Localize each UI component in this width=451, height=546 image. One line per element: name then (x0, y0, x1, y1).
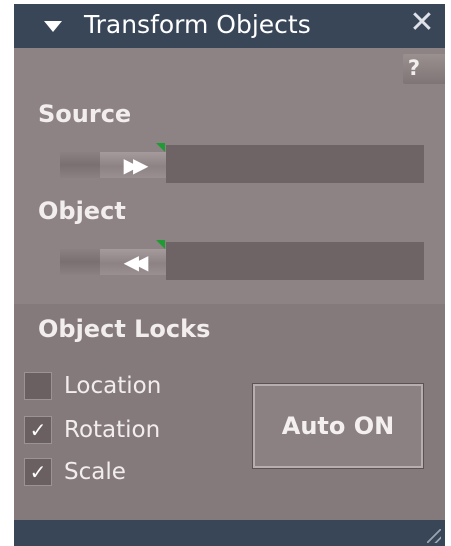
source-slider-track-right (166, 145, 424, 183)
lock-location-checkbox[interactable] (24, 372, 52, 400)
source-slider-thumb[interactable]: ▶▶ (100, 152, 166, 178)
auto-on-button[interactable]: Auto ON (252, 383, 424, 469)
auto-on-button-label: Auto ON (281, 412, 395, 440)
object-locks-heading: Object Locks (38, 315, 211, 343)
lock-rotation-checkbox[interactable]: ✓ (24, 416, 52, 444)
lock-scale-checkbox[interactable]: ✓ (24, 458, 52, 486)
window-title: Transform Objects (84, 10, 311, 39)
collapse-triangle-icon[interactable] (44, 21, 62, 32)
lock-location-row[interactable]: Location (24, 371, 224, 401)
lock-scale-label: Scale (64, 459, 126, 485)
object-slider[interactable]: ◀◀ (60, 240, 424, 280)
source-marker-icon (156, 143, 165, 152)
object-slider-track-right (166, 242, 424, 280)
lock-rotation-row[interactable]: ✓ Rotation (24, 415, 224, 445)
source-slider[interactable]: ▶▶ (60, 143, 424, 183)
object-slider-thumb[interactable]: ◀◀ (100, 249, 166, 275)
footer-bar (14, 520, 445, 546)
help-icon: ? (407, 56, 421, 80)
lock-rotation-label: Rotation (64, 417, 161, 443)
transform-objects-panel: Transform Objects ✕ ? Source ▶▶ Object ◀… (14, 4, 445, 546)
close-icon[interactable]: ✕ (407, 8, 437, 38)
resize-grip-icon[interactable] (427, 529, 441, 543)
source-label: Source (38, 100, 132, 128)
object-label: Object (38, 197, 126, 225)
lock-scale-row[interactable]: ✓ Scale (24, 457, 224, 487)
fast-forward-icon: ▶▶ (123, 153, 149, 177)
lock-location-label: Location (64, 373, 162, 399)
object-marker-icon (156, 240, 165, 249)
title-bar[interactable]: Transform Objects ✕ (14, 4, 445, 48)
rewind-icon: ◀◀ (123, 250, 149, 274)
help-button[interactable]: ? (403, 54, 445, 84)
